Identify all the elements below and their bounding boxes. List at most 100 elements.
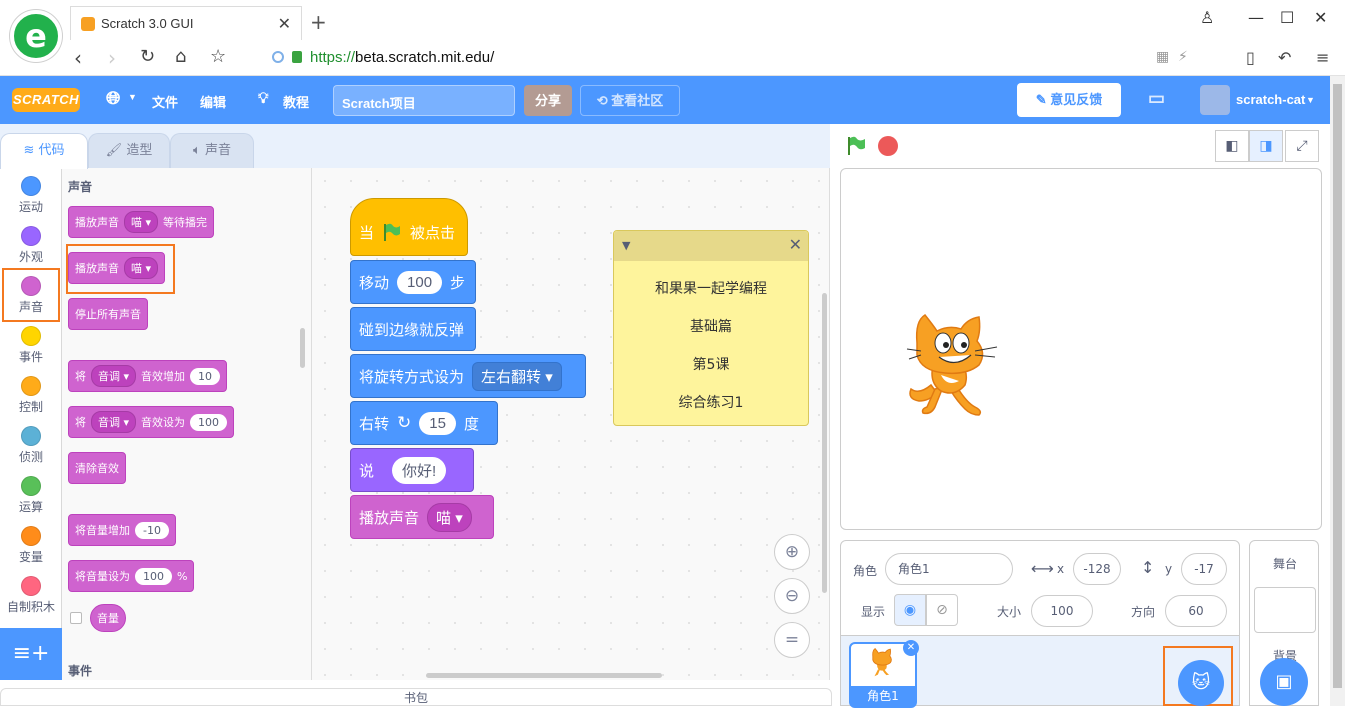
steps-input[interactable]: 100 xyxy=(397,270,443,294)
tutorials-menu[interactable]: 教程 xyxy=(283,92,309,111)
project-title-input[interactable]: Scratch项目 xyxy=(333,85,515,116)
small-stage-button[interactable]: ◧ xyxy=(1215,130,1249,162)
file-menu[interactable]: 文件 xyxy=(152,92,178,111)
effect-value-input[interactable]: 10 xyxy=(190,367,221,385)
favorite-star-icon[interactable]: ☆ xyxy=(210,46,226,67)
script-start-sound[interactable]: 播放声音 喵 ▾ xyxy=(350,495,494,539)
page-scrollbar[interactable] xyxy=(1330,76,1345,706)
stop-button[interactable] xyxy=(878,136,898,156)
normal-stage-button[interactable]: ◨ xyxy=(1249,130,1283,162)
effect-dropdown[interactable]: 音调 ▾ xyxy=(91,365,137,387)
script-set-rotation-style[interactable]: 将旋转方式设为 左右翻转 ▾ xyxy=(350,354,586,398)
minimize-icon[interactable]: — xyxy=(1248,8,1264,27)
zoom-out-button[interactable]: ⊖ xyxy=(774,578,810,614)
script-say[interactable]: 说 你好! xyxy=(350,448,474,492)
avatar[interactable] xyxy=(1200,85,1230,115)
tutorials-bulb-icon[interactable]: 💡︎ xyxy=(258,90,269,107)
feedback-button[interactable]: ✎ 意见反馈 xyxy=(1017,83,1121,117)
script-area[interactable]: 当 被点击 移动 100 步 碰到边缘就反弹 将旋转方式设为 左右翻转 ▾ 右转… xyxy=(312,168,830,680)
zoom-in-button[interactable]: ⊕ xyxy=(774,534,810,570)
edit-menu[interactable]: 编辑 xyxy=(200,92,226,111)
block-clear-effects[interactable]: 清除音效 xyxy=(68,452,126,484)
script-bounce-on-edge[interactable]: 碰到边缘就反弹 xyxy=(350,307,476,351)
tab-costumes[interactable]: 🖌︎ 造型 xyxy=(88,133,170,169)
back-icon[interactable]: ‹ xyxy=(74,46,82,70)
comment-note[interactable]: ▼ ✕ 和果果一起学编程 基础篇 第5课 综合练习1 xyxy=(613,230,809,426)
volume-value-input[interactable]: -10 xyxy=(135,521,169,539)
backpack[interactable]: 书包 xyxy=(0,688,832,706)
browser-menu-icon[interactable]: ≡ xyxy=(1316,48,1329,67)
choose-backdrop-button[interactable]: ▣ xyxy=(1260,658,1308,706)
category-sensing[interactable]: 侦测 xyxy=(0,418,62,468)
y-input[interactable]: -17 xyxy=(1181,553,1227,585)
effect-dropdown[interactable]: 音调 ▾ xyxy=(91,411,137,433)
sprite-name-input[interactable]: 角色1 xyxy=(885,553,1013,585)
volume-monitor-checkbox[interactable] xyxy=(70,612,82,624)
block-set-effect[interactable]: 将 音调 ▾ 音效设为 100 xyxy=(68,406,235,438)
hide-sprite-button[interactable]: ⊘ xyxy=(926,594,958,626)
account-chevron-icon[interactable]: ▼ xyxy=(1306,95,1315,105)
tab-code[interactable]: ≋ 代码 xyxy=(0,133,88,169)
sound-dropdown[interactable]: 喵 ▾ xyxy=(427,502,472,532)
category-looks[interactable]: 外观 xyxy=(0,218,62,268)
category-motion[interactable]: 运动 xyxy=(0,168,62,218)
direction-input[interactable]: 60 xyxy=(1165,595,1227,627)
share-button[interactable]: 分享 xyxy=(524,85,572,116)
qr-code-icon[interactable]: ▦ xyxy=(1156,49,1169,65)
volume-value-input[interactable]: 100 xyxy=(135,567,172,585)
home-icon[interactable]: ⌂ xyxy=(175,46,186,67)
address-bar[interactable]: https://beta.scratch.mit.edu/ xyxy=(310,49,494,66)
degrees-input[interactable]: 15 xyxy=(419,411,456,435)
category-variables[interactable]: 变量 xyxy=(0,518,62,568)
category-events[interactable]: 事件 xyxy=(0,318,62,368)
note-header[interactable]: ▼ ✕ xyxy=(614,231,808,261)
skin-icon[interactable]: ♙ xyxy=(1200,8,1214,27)
maximize-icon[interactable]: ☐ xyxy=(1280,8,1294,27)
script-horizontal-scrollbar[interactable] xyxy=(426,673,662,678)
effect-value-input[interactable]: 100 xyxy=(190,413,228,431)
see-community-button[interactable]: ⟲ 查看社区 xyxy=(580,85,680,116)
category-control[interactable]: 控制 xyxy=(0,368,62,418)
lightning-icon[interactable]: ⚡ xyxy=(1178,49,1188,65)
category-my-blocks[interactable]: 自制积木 xyxy=(0,568,62,618)
category-operators[interactable]: 运算 xyxy=(0,468,62,518)
sprite-thumbnail[interactable]: ✕ 角色1 xyxy=(849,640,919,708)
browser-tab[interactable]: Scratch 3.0 GUI ✕ xyxy=(70,6,302,40)
page-scrollbar-thumb[interactable] xyxy=(1333,84,1342,688)
close-tab-icon[interactable]: ✕ xyxy=(278,14,291,34)
new-tab-icon[interactable]: + xyxy=(310,10,327,34)
note-close-icon[interactable]: ✕ xyxy=(789,235,802,254)
delete-sprite-icon[interactable]: ✕ xyxy=(903,640,919,656)
block-stop-all-sounds[interactable]: 停止所有声音 xyxy=(68,298,148,330)
scratch-logo[interactable]: SCRATCH xyxy=(12,88,80,112)
size-input[interactable]: 100 xyxy=(1031,595,1093,627)
mobile-icon[interactable]: ▯ xyxy=(1246,48,1255,67)
tab-sounds[interactable]: 🔈︎ 声音 xyxy=(170,133,254,169)
username[interactable]: scratch-cat xyxy=(1236,92,1305,107)
script-move-steps[interactable]: 移动 100 步 xyxy=(350,260,476,304)
zoom-reset-button[interactable]: = xyxy=(774,622,810,658)
fullscreen-button[interactable]: ⤢ xyxy=(1285,130,1319,162)
my-stuff-folder-icon[interactable]: ▭ xyxy=(1148,88,1165,109)
site-info-icon[interactable] xyxy=(272,51,284,63)
x-input[interactable]: -128 xyxy=(1073,553,1121,585)
block-set-volume[interactable]: 将音量设为 100 % xyxy=(68,560,195,592)
sprite-cat[interactable] xyxy=(905,313,1001,419)
reload-icon[interactable]: ↻ xyxy=(140,46,155,67)
sound-dropdown[interactable]: 喵 ▾ xyxy=(124,211,159,233)
script-turn-right[interactable]: 右转 ↻ 15 度 xyxy=(350,401,498,445)
block-play-sound-until-done[interactable]: 播放声音 喵 ▾ 等待播完 xyxy=(68,206,215,238)
palette-scrollbar[interactable] xyxy=(300,328,305,368)
choose-sprite-button[interactable]: 🐱︎ xyxy=(1178,660,1224,706)
block-change-effect[interactable]: 将 音调 ▾ 音效增加 10 xyxy=(68,360,228,392)
say-text-input[interactable]: 你好! xyxy=(392,456,447,484)
undo-close-icon[interactable]: ↶ xyxy=(1278,48,1291,67)
script-when-flag-clicked[interactable]: 当 被点击 xyxy=(350,198,468,256)
note-collapse-icon[interactable]: ▼ xyxy=(622,239,630,252)
show-sprite-button[interactable]: ◉ xyxy=(894,594,926,626)
language-globe-icon[interactable]: 🌐︎ xyxy=(106,88,120,109)
stage-thumbnail[interactable] xyxy=(1254,587,1316,633)
add-extension-button[interactable]: ≡+ xyxy=(0,628,62,680)
rotation-style-dropdown[interactable]: 左右翻转 ▾ xyxy=(472,361,562,391)
close-window-icon[interactable]: ✕ xyxy=(1314,8,1327,27)
